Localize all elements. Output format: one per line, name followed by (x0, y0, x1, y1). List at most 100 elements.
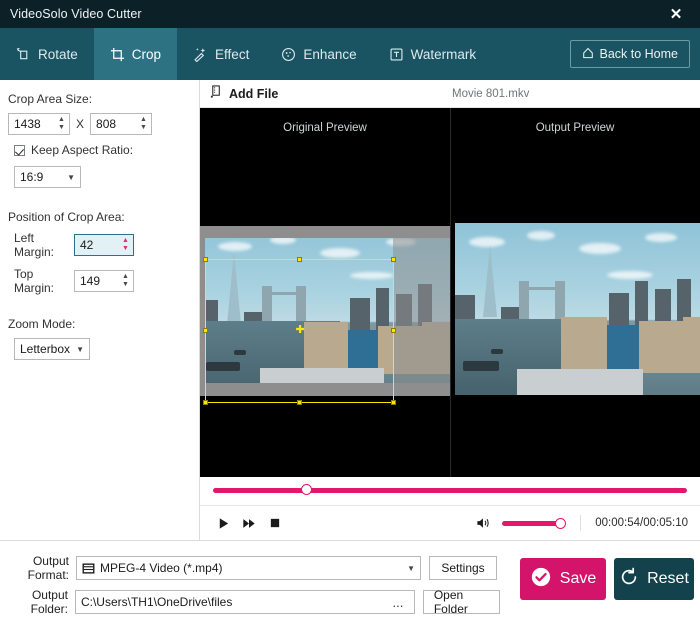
cloud-icon (320, 248, 360, 258)
tab-enhance[interactable]: Enhance (265, 28, 372, 80)
crop-settings-sidebar: Crop Area Size: ▲▼ X ▲▼ Keep Aspect Rati… (0, 80, 200, 540)
cloud-icon (645, 233, 677, 242)
reset-icon (619, 567, 639, 592)
crop-handle-bottom-right[interactable] (391, 400, 396, 405)
play-icon[interactable] (210, 510, 236, 536)
transport-controls: 00:00:54/00:05:10 (200, 505, 700, 540)
cloud-icon (607, 271, 653, 279)
current-filename: Movie 801.mkv (452, 87, 530, 100)
fast-forward-icon[interactable] (236, 510, 262, 536)
crop-handle-top-left[interactable] (203, 257, 208, 262)
volume-slider[interactable] (502, 517, 567, 529)
tab-rotate-label: Rotate (38, 46, 78, 62)
seek-thumb[interactable] (300, 484, 312, 495)
top-margin-label: Top Margin: (14, 267, 55, 295)
crop-handle-bottom-left[interactable] (203, 400, 208, 405)
home-icon (582, 47, 594, 62)
back-to-home-button[interactable]: Back to Home (570, 40, 690, 68)
tab-crop[interactable]: Crop (93, 28, 178, 80)
left-margin-row: Left Margin: ▲▼ (0, 231, 199, 259)
crop-handle-top-center[interactable] (296, 257, 302, 262)
volume-thumb[interactable] (555, 517, 567, 529)
preview-stage: Original Preview ✚ Output Preview (200, 108, 700, 477)
crop-handle-middle-right[interactable] (391, 328, 396, 333)
building (607, 325, 639, 373)
tab-bar: Rotate Crop Effect Enhance Watermark Bac… (0, 28, 700, 80)
crop-icon (110, 47, 125, 62)
output-format-select[interactable]: MPEG-4 Video (*.mp4) ▼ (76, 556, 421, 580)
crop-handle-bottom-center[interactable] (296, 400, 302, 405)
seek-track[interactable] (213, 488, 687, 493)
crop-area-size-label: Crop Area Size: (8, 92, 93, 106)
tab-watermark-label: Watermark (410, 46, 477, 62)
tab-crop-label: Crop (131, 46, 162, 62)
browse-folder-button[interactable]: ... (387, 591, 409, 613)
save-button[interactable]: Save (520, 558, 606, 600)
keep-aspect-ratio-row[interactable]: Keep Aspect Ratio: (0, 143, 199, 157)
top-margin-spinner-arrows[interactable]: ▲ ▼ (118, 271, 133, 291)
letterbox-mask-top (200, 226, 450, 238)
boat (463, 361, 499, 371)
output-preview-video[interactable] (455, 223, 700, 395)
crop-height-stepper[interactable]: ▲▼ (90, 113, 153, 135)
tab-effect-label: Effect (215, 46, 250, 62)
building (561, 317, 607, 373)
cloud-icon (218, 242, 252, 251)
add-file-bar: Add File Movie 801.mkv (200, 80, 700, 108)
crop-selection-box[interactable]: ✚ (203, 257, 396, 405)
zoom-mode-select[interactable]: Letterbox ▼ (14, 338, 90, 360)
crop-handle-middle-left[interactable] (203, 328, 208, 333)
rotate-icon (16, 47, 31, 62)
reset-button[interactable]: Reset (614, 558, 694, 600)
add-file-label: Add File (229, 86, 279, 101)
aspect-ratio-select[interactable]: 16:9 ▼ (14, 166, 81, 188)
settings-label: Settings (441, 561, 485, 575)
tab-watermark[interactable]: Watermark (373, 28, 493, 80)
reset-label: Reset (647, 570, 689, 587)
keep-aspect-ratio-checkbox[interactable] (14, 144, 25, 156)
add-file-button[interactable]: Add File (200, 84, 279, 103)
crop-width-input[interactable] (9, 114, 54, 134)
open-folder-button[interactable]: Open Folder (422, 588, 500, 616)
crop-width-stepper[interactable]: ▲▼ (8, 113, 70, 135)
building (639, 321, 683, 373)
seek-bar-container (200, 477, 700, 505)
settings-button[interactable]: Settings (429, 556, 497, 580)
time-display: 00:00:54/00:05:10 (595, 517, 688, 529)
left-margin-spinner-arrows[interactable]: ▲ ▼ (118, 235, 133, 255)
top-margin-stepper[interactable]: ▲▼ (74, 270, 134, 292)
enhance-icon (281, 47, 296, 62)
stop-icon[interactable] (262, 510, 288, 536)
add-file-icon (210, 84, 223, 103)
aspect-ratio-value: 16:9 (20, 170, 44, 184)
output-folder-field[interactable]: C:\Users\TH1\OneDrive\files ... (74, 590, 415, 614)
building (609, 293, 629, 329)
film-icon (82, 562, 95, 574)
save-label: Save (559, 570, 597, 587)
position-of-crop-area-label: Position of Crop Area: (8, 210, 125, 224)
left-margin-label: Left Margin: (14, 231, 55, 259)
crop-width-spinner-arrows[interactable]: ▲ ▼ (54, 114, 69, 134)
left-margin-stepper[interactable]: ▲▼ (74, 234, 134, 256)
crop-size-separator: X (76, 117, 85, 131)
transport-divider (580, 515, 582, 531)
crop-height-input[interactable] (91, 114, 137, 134)
zoom-mode-row: Letterbox ▼ (0, 338, 199, 360)
aspect-ratio-row: 16:9 ▼ (0, 166, 199, 188)
effect-icon (193, 47, 208, 62)
left-margin-input[interactable] (75, 235, 118, 255)
watermark-icon (389, 47, 404, 62)
crop-handle-top-right[interactable] (391, 257, 396, 262)
output-folder-value: C:\Users\TH1\OneDrive\files (80, 595, 233, 609)
tab-effect[interactable]: Effect (177, 28, 265, 80)
title-bar: VideoSolo Video Cutter ✕ (0, 0, 700, 28)
back-to-home-label: Back to Home (599, 47, 678, 61)
zoom-mode-label: Zoom Mode: (8, 317, 76, 331)
top-margin-input[interactable] (75, 271, 118, 291)
volume-icon[interactable] (470, 510, 496, 536)
output-format-label: Output Format: (27, 554, 69, 582)
close-icon[interactable]: ✕ (662, 1, 690, 27)
output-folder-label: Output Folder: (30, 588, 68, 616)
tab-rotate[interactable]: Rotate (0, 28, 94, 80)
crop-height-spinner-arrows[interactable]: ▲ ▼ (136, 114, 151, 134)
